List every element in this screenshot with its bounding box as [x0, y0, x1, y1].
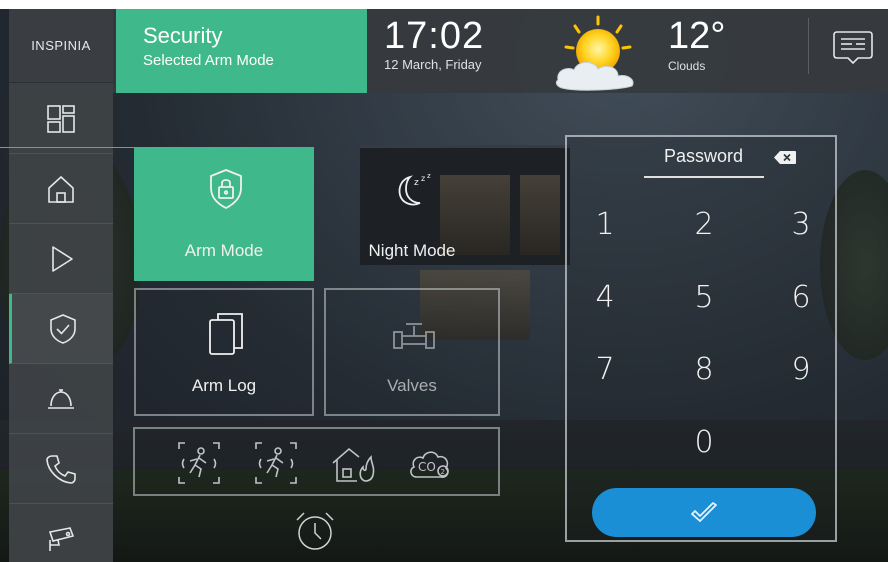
password-field[interactable]: Password: [664, 146, 743, 167]
security-camera-icon: [48, 527, 75, 551]
keypad-key-4[interactable]: 4: [575, 269, 635, 325]
sidebar-item-camera[interactable]: [9, 504, 113, 562]
password-underline: [644, 176, 764, 178]
svg-text:2: 2: [441, 468, 445, 476]
motion-sensor-1[interactable]: [175, 439, 223, 487]
page-title: Security: [143, 23, 223, 48]
arm-mode-tile[interactable]: Arm Mode: [134, 147, 314, 281]
message-icon: [833, 31, 873, 65]
sun-cloud-icon: [555, 15, 634, 91]
moon-sleep-icon: z z z: [398, 172, 431, 206]
arm-mode-label: Arm Mode: [184, 241, 264, 260]
weather-condition: Clouds: [668, 59, 706, 73]
top-margin: [0, 0, 888, 9]
temperature-widget: 12° Clouds: [668, 16, 725, 73]
service-bell-icon: [48, 388, 74, 409]
header-divider: [808, 18, 809, 74]
sensor-status-bar: CO 2: [133, 427, 500, 496]
svg-text:CO: CO: [418, 460, 436, 474]
arm-log-tile[interactable]: Arm Log: [134, 288, 314, 416]
sidebar-item-home[interactable]: [9, 154, 113, 224]
night-mode-tile[interactable]: z z z Night Mode: [322, 147, 502, 281]
keypad-key-1[interactable]: 1: [575, 196, 635, 252]
phone-icon: [46, 454, 76, 484]
keypad-key-9[interactable]: 9: [771, 341, 831, 397]
edge-divider: [0, 147, 134, 148]
dashboard-icon: [47, 104, 75, 133]
sidebar-item-phone[interactable]: [9, 434, 113, 504]
temperature-value: 12°: [668, 15, 726, 57]
keypad-key-2[interactable]: 2: [674, 196, 734, 252]
co2-sensor[interactable]: CO 2: [405, 439, 453, 487]
house-fire-icon: [332, 447, 375, 482]
page-subtitle: Selected Arm Mode: [143, 52, 274, 69]
keypad-key-6[interactable]: 6: [771, 269, 831, 325]
svg-text:z: z: [414, 178, 419, 188]
arm-log-label: Arm Log: [191, 376, 257, 395]
keypad-key-8[interactable]: 8: [674, 341, 734, 397]
clock-date: 12 March, Friday: [384, 57, 482, 72]
shield-check-icon: [49, 313, 76, 344]
fire-sensor[interactable]: [329, 439, 377, 487]
motion-sensor-2[interactable]: [252, 439, 300, 487]
section-title-block: Security Selected Arm Mode: [116, 9, 367, 93]
confirm-button[interactable]: [592, 488, 816, 537]
app-logo[interactable]: INSPINIA: [9, 9, 113, 83]
sidebar-item-services[interactable]: [9, 364, 113, 434]
alarm-clock-icon: [296, 512, 334, 550]
svg-text:z: z: [421, 174, 425, 183]
valve-icon: [393, 323, 435, 349]
backspace-icon[interactable]: [773, 150, 797, 165]
motion-sensor-icon: [255, 442, 297, 484]
valves-tile[interactable]: Valves: [324, 288, 500, 416]
co2-icon: CO 2: [410, 451, 449, 478]
svg-text:z: z: [427, 172, 431, 180]
clock-time: 17:02: [384, 15, 485, 57]
home-icon: [48, 175, 74, 203]
shield-lock-icon: [210, 169, 242, 210]
keypad-key-5[interactable]: 5: [674, 269, 734, 325]
valves-label: Valves: [387, 376, 437, 395]
keypad-key-0[interactable]: 0: [674, 414, 734, 470]
motion-sensor-icon: [178, 442, 220, 484]
copy-log-icon: [209, 313, 243, 355]
messages-button[interactable]: [832, 28, 874, 68]
security-screen: INSPINIA Security Selected Arm Mode 17:0…: [0, 0, 888, 562]
alarm-timer-button[interactable]: [292, 508, 338, 554]
keypad-key-3[interactable]: 3: [771, 196, 831, 252]
night-mode-label: Night Mode: [368, 241, 456, 260]
play-icon: [52, 245, 73, 272]
check-icon: [691, 501, 717, 522]
sidebar-item-dashboard[interactable]: [9, 84, 113, 154]
clock-widget: 17:02 12 March, Friday: [384, 16, 484, 72]
sidebar-item-security[interactable]: [9, 294, 113, 364]
sidebar-item-media[interactable]: [9, 224, 113, 294]
keypad-key-7[interactable]: 7: [575, 341, 635, 397]
logo-text: INSPINIA: [31, 38, 91, 53]
